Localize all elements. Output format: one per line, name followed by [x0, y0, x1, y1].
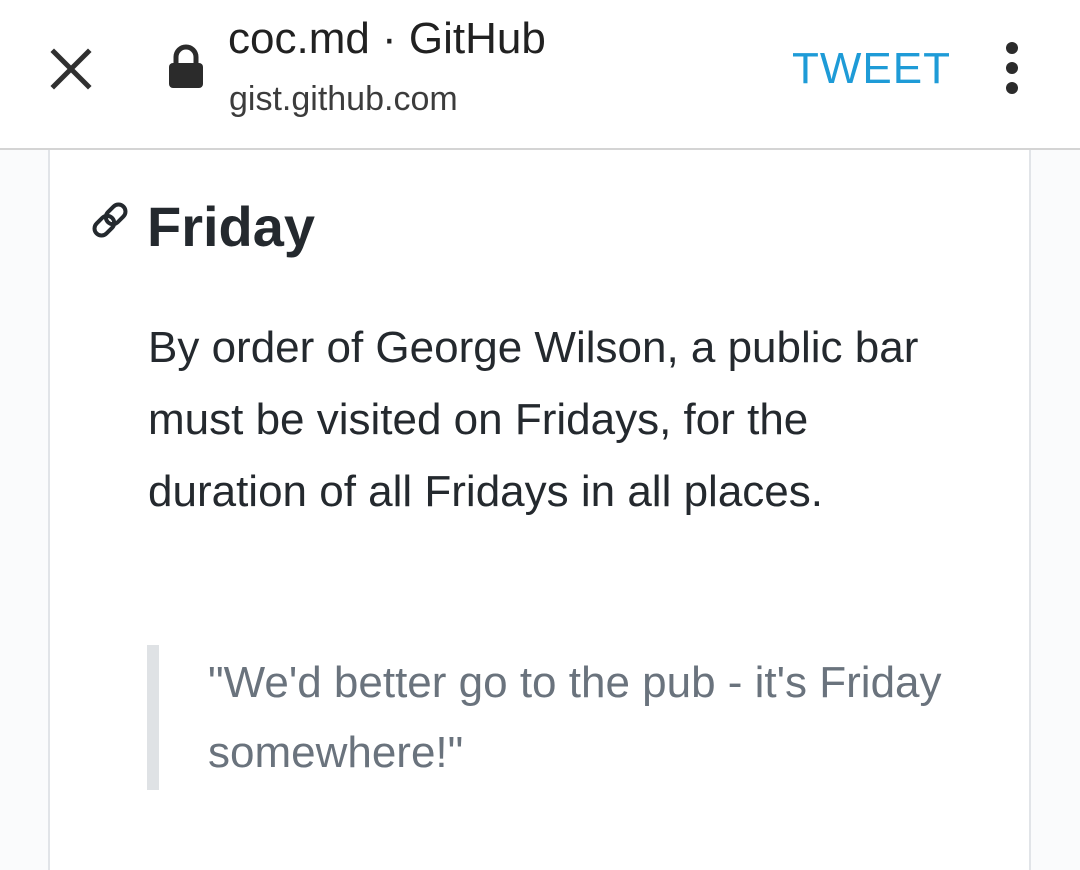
blockquote-text: "We'd better go to the pub - it's Friday… — [208, 658, 942, 777]
blockquote-bar — [147, 645, 159, 790]
browser-toolbar: coc.md · GitHub gist.github.com TWEET — [0, 0, 1080, 150]
close-button[interactable] — [42, 38, 102, 98]
link-icon — [92, 202, 128, 238]
tweet-button[interactable]: TWEET — [792, 44, 951, 94]
page-url: gist.github.com — [229, 80, 458, 118]
overflow-menu-button[interactable] — [990, 38, 1034, 98]
close-icon — [50, 48, 92, 90]
section-paragraph: By order of George Wilson, a public bar … — [148, 323, 919, 516]
heading-anchor-link[interactable] — [88, 198, 132, 242]
section-heading: Friday — [147, 195, 316, 258]
lock-icon — [166, 44, 206, 90]
more-vert-icon — [1006, 42, 1018, 94]
page-title: coc.md · GitHub — [228, 14, 546, 63]
